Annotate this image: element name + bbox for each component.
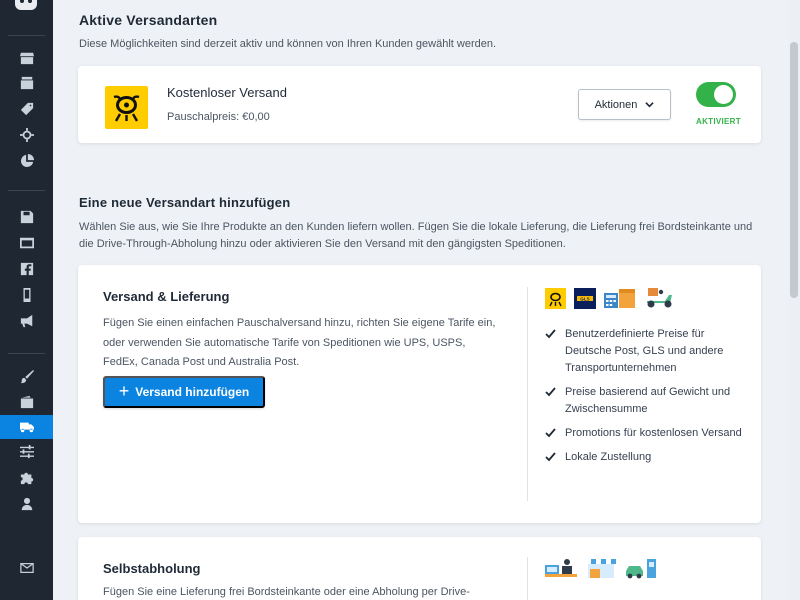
active-shipping-card: Kostenloser Versand Pauschalpreis: €0,00… xyxy=(78,66,761,143)
sidebar-item-apps[interactable] xyxy=(0,466,53,490)
feature-item: Preise basierend auf Gewicht und Zwische… xyxy=(545,384,745,418)
sidebar-item-mobile[interactable] xyxy=(0,283,53,307)
sidebar-item-marketing[interactable] xyxy=(0,309,53,333)
brush-icon xyxy=(20,370,34,384)
add-shipping-button-label: Versand hinzufügen xyxy=(135,385,250,399)
sidebar-item-store[interactable] xyxy=(0,46,53,70)
check-icon xyxy=(545,329,556,339)
sidebar-item-target[interactable] xyxy=(0,123,53,147)
sidebar-item-website[interactable] xyxy=(0,231,53,255)
user-icon xyxy=(21,497,32,511)
sidebar-divider xyxy=(8,35,45,36)
carrier-icons: GLS xyxy=(545,287,676,309)
feature-item: Benutzerdefinierte Preise für Deutsche P… xyxy=(545,326,745,377)
sidebar-item-inbox[interactable] xyxy=(0,71,53,95)
post-horn-icon xyxy=(113,95,140,122)
calculator-boxes-icon xyxy=(604,289,635,308)
sidebar-item-save[interactable] xyxy=(0,205,53,229)
pickup-description: Fügen Sie eine Lieferung frei Bordsteink… xyxy=(103,586,470,598)
sidebar-item-shipping[interactable] xyxy=(0,415,53,439)
add-shipping-heading: Eine neue Versandart hinzufügen xyxy=(79,195,291,210)
page-scrollbar[interactable] xyxy=(788,0,800,600)
inbox-icon xyxy=(20,76,33,90)
app-logo-icon[interactable] xyxy=(15,0,37,10)
browser-icon xyxy=(19,237,34,249)
active-shipping-subtitle: Diese Möglichkeiten sind derzeit aktiv u… xyxy=(79,38,497,50)
pickup-counter-icon xyxy=(545,559,577,577)
pickup-card: Selbstabholung Fügen Sie eine Lieferung … xyxy=(78,537,761,600)
shipping-delivery-title: Versand & Lieferung xyxy=(103,289,230,304)
shipping-enabled-toggle[interactable] xyxy=(696,82,736,107)
sidebar-item-messages[interactable] xyxy=(0,558,53,578)
scrollbar-thumb[interactable] xyxy=(790,42,798,298)
store-icon xyxy=(19,52,34,65)
sidebar-item-design[interactable] xyxy=(0,365,53,389)
check-icon xyxy=(545,428,556,438)
shipping-delivery-description: Fügen Sie einen einfachen Pauschalversan… xyxy=(103,317,496,368)
pickup-icons xyxy=(545,557,657,579)
actions-dropdown-button[interactable]: Aktionen xyxy=(578,89,671,120)
mobile-icon xyxy=(23,288,30,302)
mail-icon xyxy=(19,563,34,573)
feature-item: Lokale Zustellung xyxy=(545,449,745,466)
check-icon xyxy=(545,387,556,397)
sliders-icon xyxy=(19,445,34,459)
svg-text:GLS: GLS xyxy=(580,296,589,301)
active-shipping-heading: Aktive Versandarten xyxy=(79,12,218,28)
save-icon xyxy=(20,210,33,224)
pickup-title: Selbstabholung xyxy=(103,561,201,576)
sidebar-item-tags[interactable] xyxy=(0,97,53,121)
sidebar-divider xyxy=(8,353,45,354)
puzzle-icon xyxy=(20,472,33,485)
truck-icon xyxy=(19,422,34,433)
sidebar-item-facebook[interactable] xyxy=(0,257,53,281)
deutsche-post-icon xyxy=(545,287,566,309)
feature-list: Benutzerdefinierte Preise für Deutsche P… xyxy=(545,326,745,473)
toggle-status-label: AKTIVIERT xyxy=(696,117,741,126)
add-shipping-button[interactable]: + Versand hinzufügen xyxy=(103,376,265,408)
sidebar-divider xyxy=(8,190,45,191)
shipping-delivery-card: Versand & Lieferung Fügen Sie einen einf… xyxy=(78,265,761,523)
wallet-icon xyxy=(20,395,33,409)
shipping-method-price: Pauschalpreis: €0,00 xyxy=(167,111,270,123)
sidebar-item-payment[interactable] xyxy=(0,390,53,414)
sidebar-item-reports[interactable] xyxy=(0,149,53,173)
actions-dropdown-label: Aktionen xyxy=(594,98,638,111)
add-shipping-description: Wählen Sie aus, wie Sie Ihre Produkte an… xyxy=(79,221,753,250)
card-divider xyxy=(527,287,528,501)
shipping-method-name: Kostenloser Versand xyxy=(167,85,287,100)
megaphone-icon xyxy=(20,314,32,328)
facebook-icon xyxy=(20,262,33,276)
toggle-knob xyxy=(714,85,733,104)
sidebar-item-account[interactable] xyxy=(0,492,53,516)
chevron-down-icon xyxy=(645,102,655,108)
check-icon xyxy=(545,452,556,462)
feature-item: Promotions für kostenlosen Versand xyxy=(545,425,745,442)
deutsche-post-logo xyxy=(105,86,148,129)
target-icon xyxy=(19,128,34,142)
tag-icon xyxy=(20,102,33,116)
card-divider xyxy=(527,557,528,600)
pie-chart-icon xyxy=(20,154,34,168)
gls-icon: GLS xyxy=(574,287,596,309)
sidebar-item-settings[interactable] xyxy=(0,440,53,464)
drive-through-icon xyxy=(626,559,656,579)
delivery-scooter-icon xyxy=(647,288,672,308)
sidebar xyxy=(0,0,53,600)
store-front-icon xyxy=(586,559,616,578)
plus-icon: + xyxy=(118,381,130,401)
